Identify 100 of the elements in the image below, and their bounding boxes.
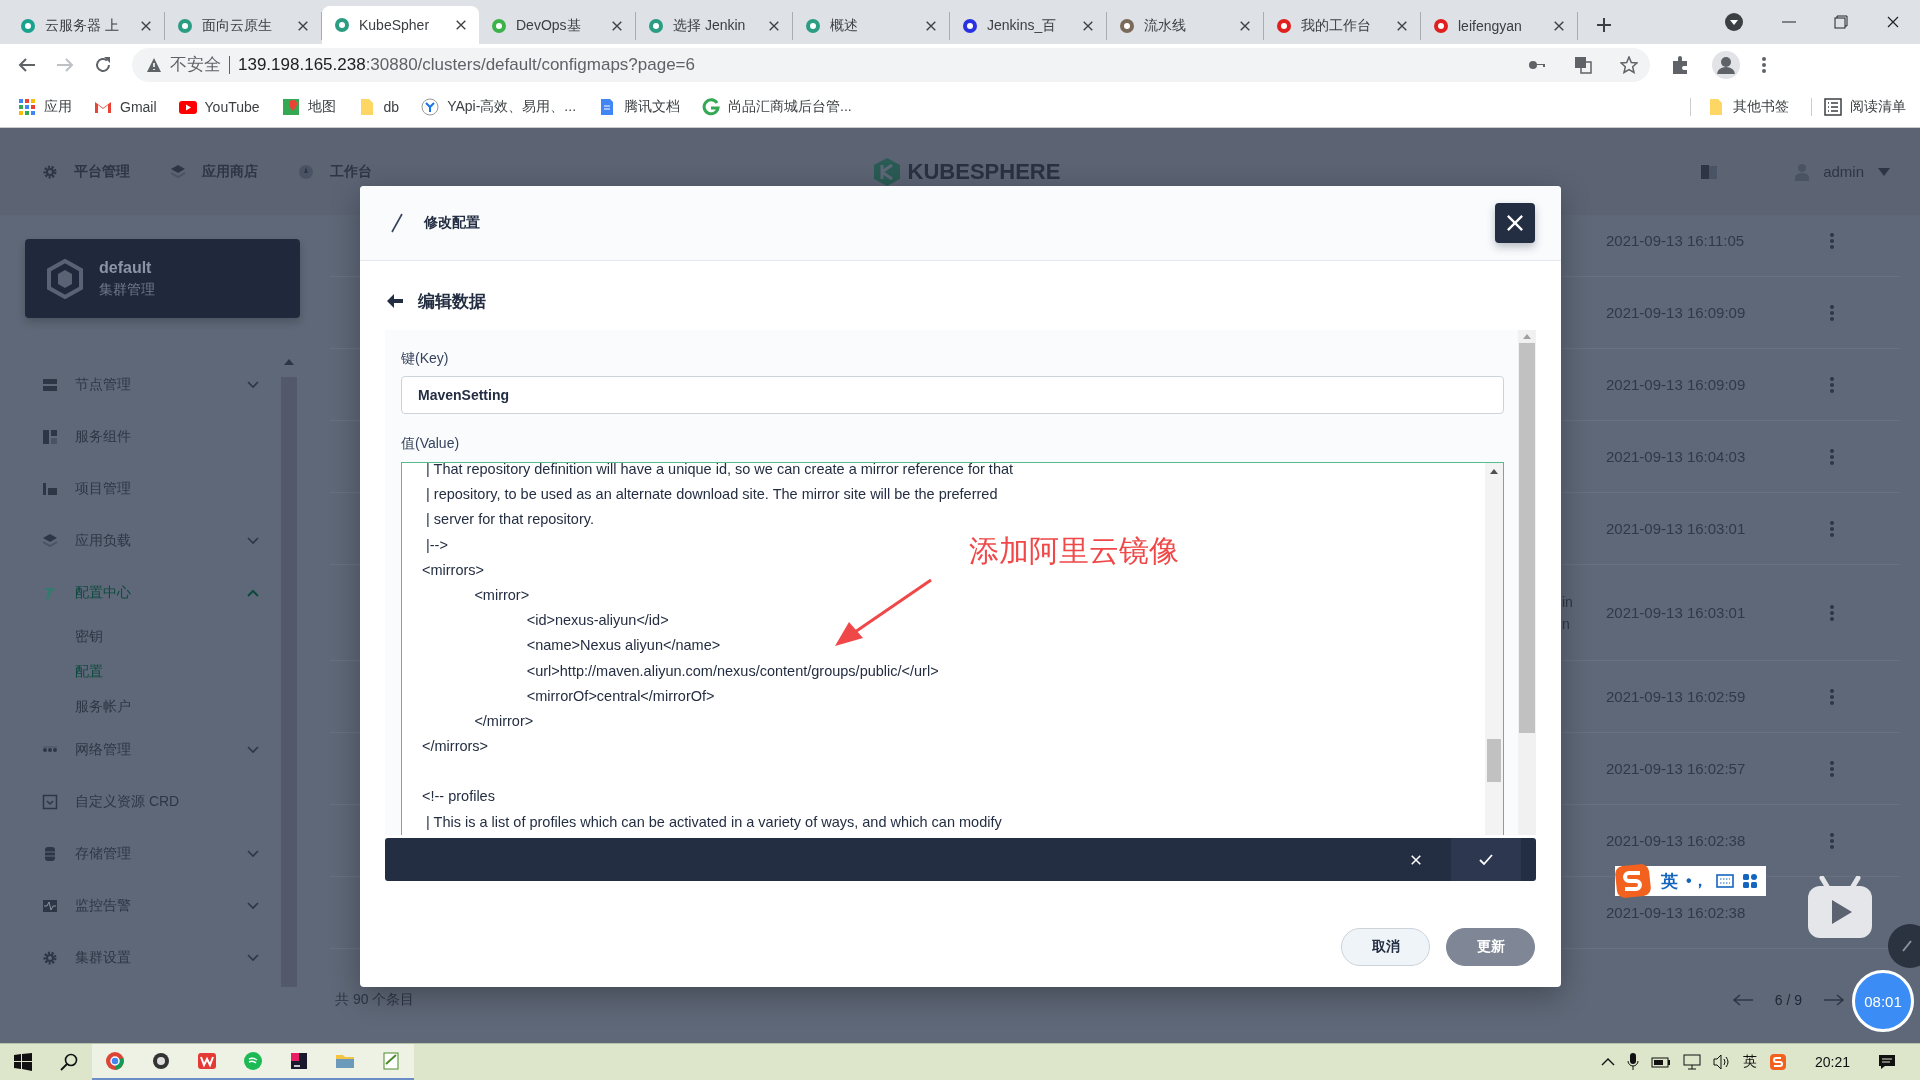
back-icon[interactable] (386, 293, 404, 309)
update-button[interactable]: 更新 (1446, 928, 1535, 966)
more-icon[interactable] (1830, 448, 1834, 465)
avatar-icon[interactable] (1712, 51, 1740, 79)
chevron-down-icon[interactable] (247, 954, 259, 962)
more-icon[interactable] (1830, 376, 1834, 393)
star-icon[interactable] (1620, 56, 1638, 74)
section-title: 编辑数据 (418, 290, 486, 313)
close-icon[interactable] (925, 20, 937, 32)
bookmark-link[interactable]: 尚品汇商城后台管... (702, 97, 852, 116)
reload-icon[interactable] (94, 56, 112, 74)
close-button[interactable] (1495, 203, 1535, 243)
reading-list-link[interactable]: 阅读清单 (1811, 97, 1906, 116)
bookmark-link[interactable]: 其他书签 (1690, 97, 1789, 116)
tab-search-icon[interactable] (1724, 12, 1744, 32)
cluster-card[interactable]: default 集群管理 (25, 239, 300, 318)
side-handle-icon[interactable] (1887, 923, 1920, 969)
notepad-icon[interactable] (381, 1051, 401, 1071)
camera-icon[interactable] (151, 1051, 171, 1071)
close-icon[interactable] (1396, 20, 1408, 32)
search-icon[interactable] (60, 1053, 78, 1071)
more-icon[interactable] (1830, 304, 1834, 321)
scroll-up-icon[interactable] (1490, 469, 1498, 474)
translate-icon[interactable] (1574, 56, 1592, 74)
browser-tab[interactable]: 概述 (793, 12, 950, 40)
browser-tab[interactable]: leifengyan (1421, 12, 1578, 40)
browser-tab[interactable]: DevOps基 (479, 12, 636, 40)
close-icon[interactable] (611, 20, 623, 32)
close-icon[interactable] (1886, 15, 1900, 29)
cancel-button[interactable]: 取消 (1341, 928, 1430, 966)
puzzle-icon[interactable] (1670, 55, 1690, 75)
back-icon[interactable] (18, 56, 36, 74)
book-icon[interactable] (1701, 164, 1718, 179)
browser-icon[interactable] (105, 1051, 125, 1071)
more-icon[interactable] (1830, 688, 1834, 705)
browser-tab[interactable]: 云服务器 上 (8, 12, 165, 40)
close-icon[interactable] (1082, 20, 1094, 32)
chevron-down-icon[interactable] (247, 746, 259, 754)
restore-icon[interactable] (1834, 15, 1848, 29)
bookmark-link[interactable]: YApi-高效、易用、... (421, 97, 577, 116)
clock-time[interactable]: 20:21 (1814, 1054, 1850, 1070)
layers-icon (42, 533, 58, 549)
w-logo-icon[interactable] (197, 1051, 217, 1071)
key-input[interactable]: MavenSetting (401, 376, 1504, 414)
close-icon[interactable] (297, 20, 309, 32)
browser-tab[interactable]: 选择 Jenkin (636, 12, 793, 40)
browser-tab[interactable]: KubeSpher (322, 6, 479, 44)
list-icon (1824, 97, 1842, 116)
menu-icon[interactable] (1762, 57, 1766, 73)
browser-tab[interactable]: Jenkins_百 (950, 12, 1107, 40)
new-tab-icon[interactable] (1596, 17, 1612, 33)
next-page-icon[interactable] (1824, 994, 1844, 1006)
battery-icon[interactable] (1650, 1055, 1671, 1069)
network-icon[interactable] (1682, 1054, 1701, 1070)
cube-icon (45, 258, 85, 299)
bookmark-link[interactable]: 地图 (281, 97, 336, 116)
more-icon[interactable] (1830, 604, 1834, 621)
chevron-down-icon[interactable] (247, 537, 259, 545)
keyboard-icon[interactable] (1715, 874, 1734, 888)
browser-tab[interactable]: 流水线 (1107, 12, 1264, 40)
chevron-down-icon[interactable] (247, 850, 259, 858)
ime-language[interactable]: 英 (1661, 869, 1678, 893)
annotation-text: 添加阿里云镜像 (969, 533, 1179, 569)
circle-logo-icon[interactable] (243, 1051, 263, 1071)
browser-tab[interactable]: 我的工作台 (1264, 12, 1421, 40)
ime-indicator[interactable]: 英 (1742, 1053, 1757, 1071)
more-icon[interactable] (1830, 520, 1834, 537)
close-icon[interactable] (455, 19, 467, 31)
favicon-icon (177, 18, 193, 34)
more-icon[interactable] (1830, 232, 1834, 249)
windows-icon[interactable] (14, 1053, 32, 1071)
bookmark-link[interactable]: YouTube (178, 97, 260, 116)
close-icon[interactable] (768, 20, 780, 32)
ide-icon[interactable] (289, 1051, 309, 1071)
chevron-down-icon[interactable] (247, 381, 259, 389)
close-icon[interactable] (1553, 20, 1565, 32)
notification-icon[interactable] (1878, 1054, 1896, 1070)
bookmark-link[interactable]: 应用 (18, 97, 72, 116)
chevron-up-icon[interactable] (1600, 1058, 1615, 1066)
code-editor[interactable] (401, 462, 1504, 835)
prev-page-icon[interactable] (1732, 994, 1753, 1006)
ime-toolbar[interactable]: 英 •， (1615, 866, 1766, 896)
close-icon[interactable] (140, 20, 152, 32)
volume-icon[interactable] (1712, 1054, 1731, 1070)
microphone-icon[interactable] (1626, 1053, 1639, 1071)
ime-punctuation[interactable]: •， (1686, 870, 1708, 892)
video-play-icon[interactable] (1806, 876, 1874, 940)
s-logo-icon[interactable] (1768, 1053, 1787, 1071)
address-bar[interactable]: 不安全 139.198.165.238:30880/clusters/default/configmaps?page=6 (132, 48, 1650, 82)
more-icon[interactable] (1830, 760, 1834, 777)
grid-icon[interactable] (1741, 873, 1758, 889)
chevron-down-icon[interactable] (247, 902, 259, 910)
close-icon[interactable] (1239, 20, 1251, 32)
more-icon[interactable] (1830, 832, 1834, 849)
bookmark-link[interactable]: Gmail (94, 97, 157, 116)
bookmark-link[interactable]: db (357, 97, 400, 116)
scrollbar-thumb[interactable] (1519, 343, 1535, 733)
caret-down-icon[interactable] (1878, 167, 1890, 176)
bookmark-link[interactable]: 腾讯文档 (598, 97, 681, 116)
scrollbar-thumb[interactable] (1487, 739, 1501, 782)
